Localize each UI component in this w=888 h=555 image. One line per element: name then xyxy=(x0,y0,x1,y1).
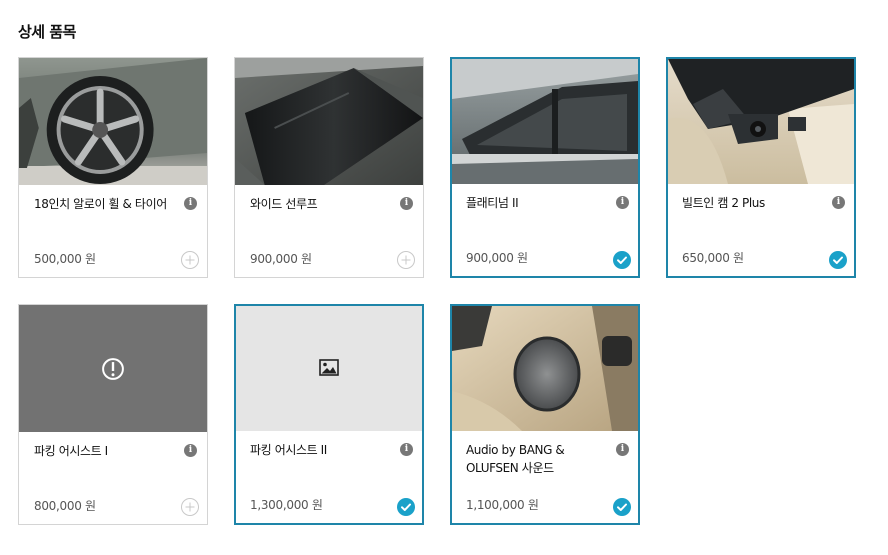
option-price: 900,000 원 xyxy=(250,252,312,266)
plus-circle-icon[interactable] xyxy=(181,251,199,269)
option-name: 파킹 어시스트 I xyxy=(34,444,108,458)
option-name: 파킹 어시스트 II xyxy=(250,443,327,457)
info-icon[interactable]: i xyxy=(832,196,845,209)
option-name: 빌트인 캠 2 Plus xyxy=(682,196,765,210)
option-price: 650,000 원 xyxy=(682,251,744,265)
info-icon[interactable]: i xyxy=(184,444,197,457)
plus-circle-icon[interactable] xyxy=(181,498,199,516)
check-circle-icon[interactable] xyxy=(829,251,847,269)
alloy-wheel-image xyxy=(19,58,207,185)
option-price: 900,000 원 xyxy=(466,251,528,265)
option-card-bang-olufsen-audio[interactable]: Audio by BANG & OLUFSEN 사운드 i 1,100,000 … xyxy=(450,304,640,525)
check-circle-icon[interactable] xyxy=(397,498,415,516)
info-icon[interactable]: i xyxy=(400,443,413,456)
sunroof-image xyxy=(235,58,423,185)
option-price: 500,000 원 xyxy=(34,252,96,266)
check-circle-icon[interactable] xyxy=(613,251,631,269)
option-card-platinum-ii[interactable]: 플래티넘 II i 900,000 원 xyxy=(450,57,640,278)
option-price: 1,300,000 원 xyxy=(250,498,323,512)
option-price: 1,100,000 원 xyxy=(466,498,539,512)
speaker-image xyxy=(452,306,638,431)
option-price: 800,000 원 xyxy=(34,499,96,513)
builtin-cam-image xyxy=(668,59,854,184)
check-circle-icon[interactable] xyxy=(613,498,631,516)
option-card-parking-assist-i[interactable]: 파킹 어시스트 I i 800,000 원 xyxy=(18,304,208,525)
image-placeholder xyxy=(236,306,422,431)
error-placeholder-image xyxy=(19,305,207,432)
option-card-parking-assist-ii[interactable]: 파킹 어시스트 II i 1,300,000 원 xyxy=(234,304,424,525)
option-card-builtin-cam[interactable]: 빌트인 캠 2 Plus i 650,000 원 xyxy=(666,57,856,278)
option-name: 플래티넘 II xyxy=(466,196,519,210)
option-card-alloy-wheel[interactable]: 18인치 알로이 휠 & 타이어 i 500,000 원 xyxy=(18,57,208,278)
platinum-image xyxy=(452,59,638,184)
section-title: 상세 품목 xyxy=(18,23,76,41)
option-card-sunroof[interactable]: 와이드 선루프 i 900,000 원 xyxy=(234,57,424,278)
option-name: 와이드 선루프 xyxy=(250,197,318,211)
plus-circle-icon[interactable] xyxy=(397,251,415,269)
option-name: 18인치 알로이 휠 & 타이어 xyxy=(34,197,167,211)
info-icon[interactable]: i xyxy=(400,197,413,210)
info-icon[interactable]: i xyxy=(616,196,629,209)
option-grid: 18인치 알로이 휠 & 타이어 i 500,000 원 와이드 선루프 i 9… xyxy=(18,57,858,527)
info-icon[interactable]: i xyxy=(616,443,629,456)
info-icon[interactable]: i xyxy=(184,197,197,210)
option-name: Audio by BANG & OLUFSEN 사운드 xyxy=(466,443,565,475)
